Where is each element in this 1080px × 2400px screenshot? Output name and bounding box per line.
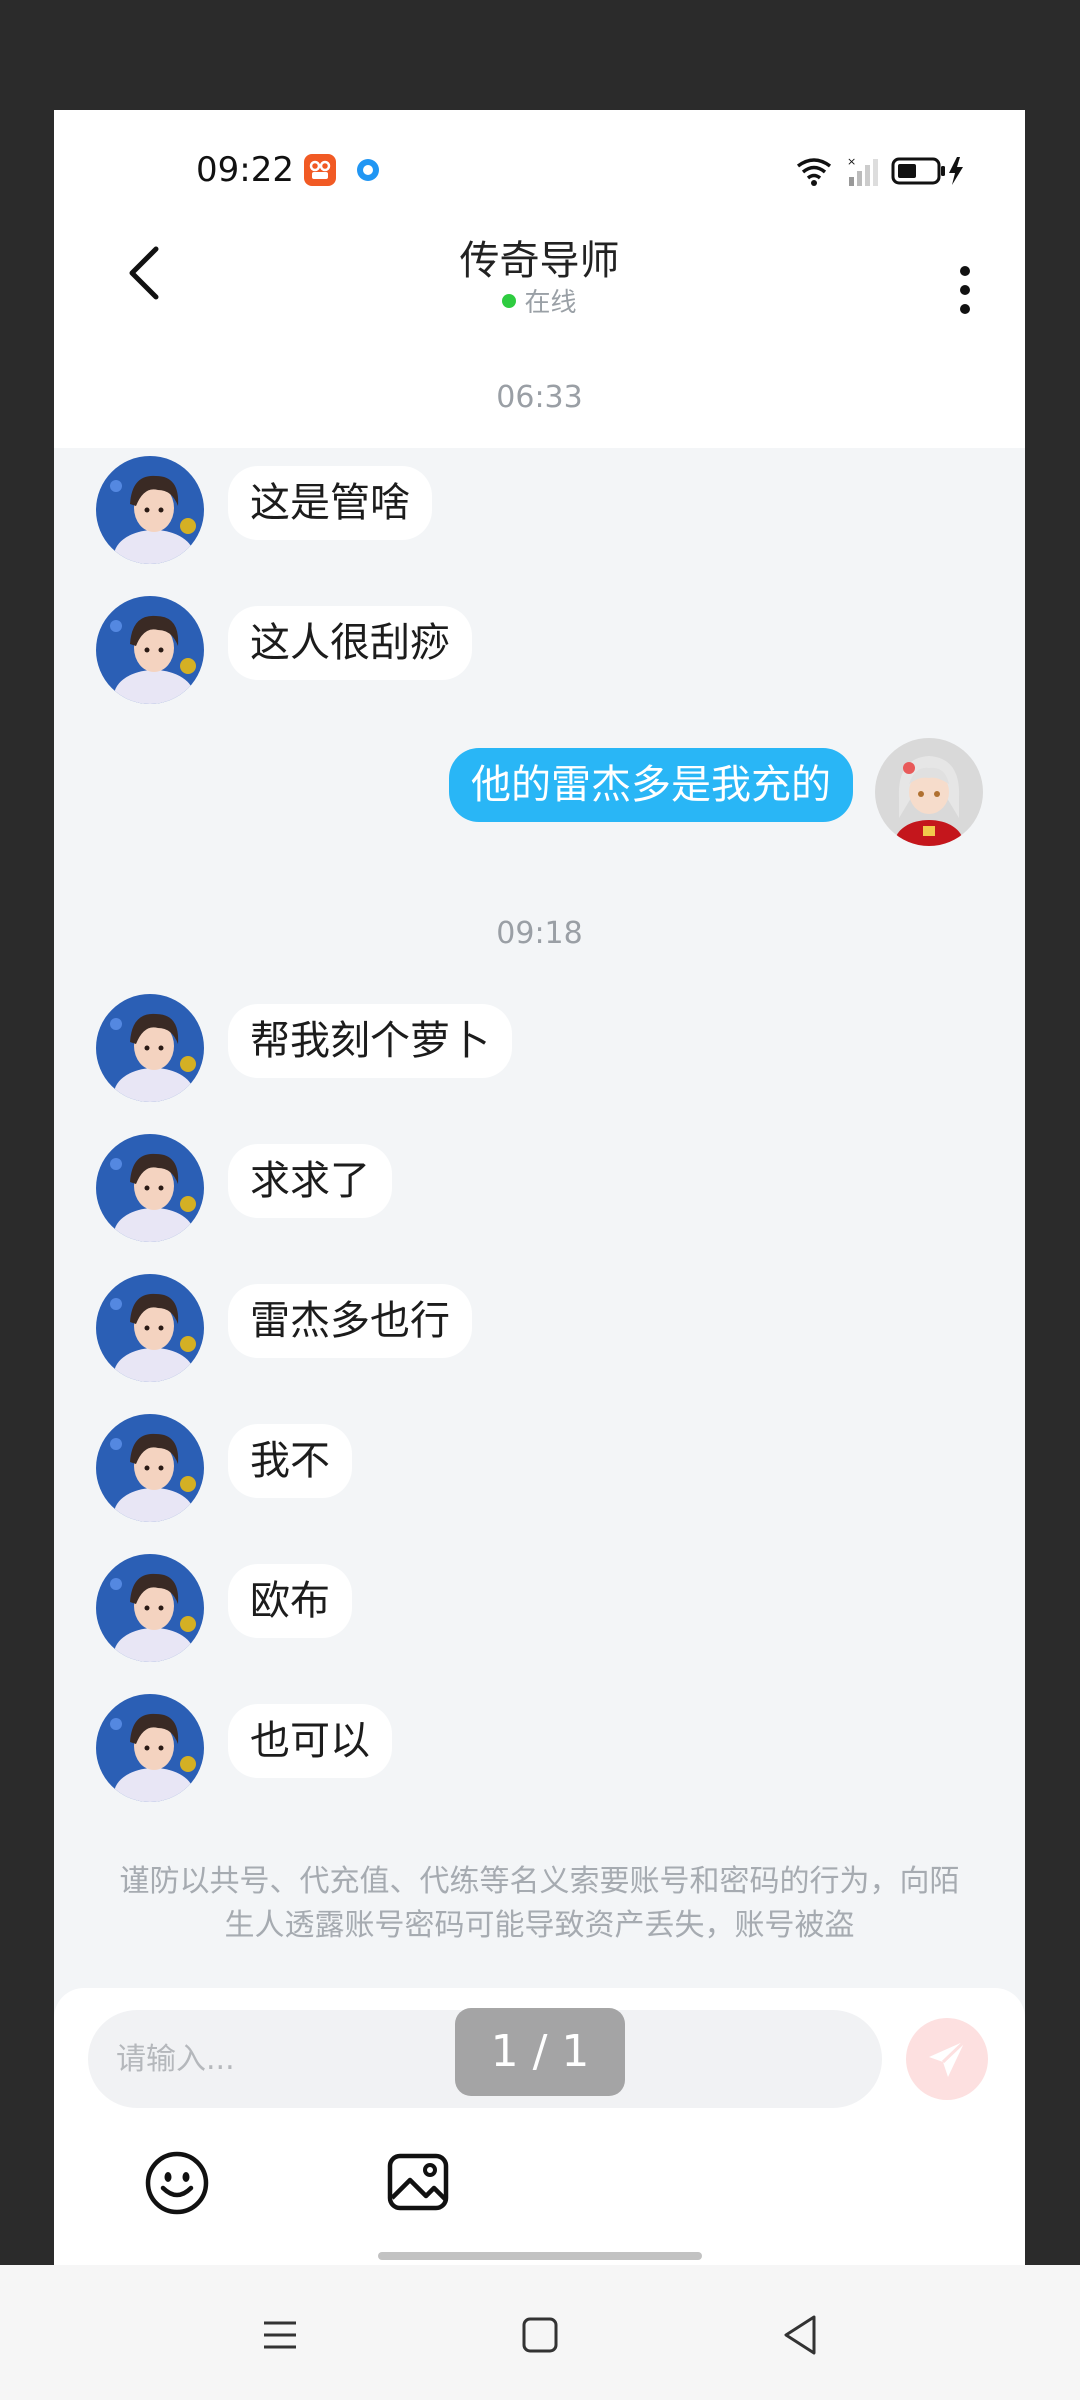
more-button[interactable] [945,250,985,330]
home-nav-button[interactable] [510,2305,570,2365]
triangle-back-icon [784,2315,816,2355]
message-row: 雷杰多也行 [54,1274,1025,1384]
chat-title: 传奇导师 [459,238,620,284]
message-bubble-self[interactable]: 他的雷杰多是我充的 [449,748,853,822]
more-dot [960,304,970,314]
message-row: 求求了 [54,1134,1025,1244]
more-vertical-icon [960,266,970,276]
app-notification-icon [304,154,336,186]
contact-avatar[interactable] [96,596,204,704]
message-bubble[interactable]: 也可以 [228,1704,392,1778]
message-bubble[interactable]: 我不 [228,1424,352,1498]
contact-avatar[interactable] [96,1554,204,1662]
message-row: 这是管啥 [54,456,1025,566]
cellular-signal-icon: × [847,155,878,186]
contact-avatar[interactable] [96,456,204,564]
status-right: × [795,154,967,188]
system-nav-bar [0,2265,1080,2400]
send-button[interactable] [906,2018,988,2100]
message-bubble[interactable]: 这人很刮痧 [228,606,472,680]
contact-avatar[interactable] [96,1134,204,1242]
contact-avatar[interactable] [96,1274,204,1382]
emoji-icon [145,2151,209,2215]
svg-text:×: × [847,155,856,168]
message-bubble[interactable]: 求求了 [228,1144,392,1218]
status-time: 09:22 [196,150,294,190]
wifi-icon [796,158,832,186]
battery-icon [891,157,963,185]
message-row: 他的雷杰多是我充的 [54,738,1025,848]
security-warning: 谨防以共号、代充值、代练等名义索要账号和密码的行为，向陌生人透露账号密码可能导致… [119,1864,960,1943]
image-button[interactable] [386,2150,452,2216]
message-row: 这人很刮痧 [54,596,1025,706]
emoji-button[interactable] [142,2148,212,2218]
message-row: 帮我刻个萝卜 [54,994,1025,1104]
timestamp: 09:18 [496,916,583,951]
menu-nav-button[interactable] [250,2305,310,2365]
message-bubble[interactable]: 这是管啥 [228,466,432,540]
square-icon [522,2317,558,2353]
back-nav-button[interactable] [770,2305,830,2365]
online-status: 在线 [54,282,1025,319]
send-icon [929,2039,967,2077]
message-row: 也可以 [54,1694,1025,1804]
message-row: 欧布 [54,1554,1025,1664]
location-notification-icon [357,159,379,181]
contact-avatar[interactable] [96,1414,204,1522]
message-bubble[interactable]: 帮我刻个萝卜 [228,1004,512,1078]
phone-screen: 09:22 × 传奇导师 在线 06:33 这是管啥 这人很刮痧 他的雷杰多是我… [54,110,1025,2265]
contact-avatar[interactable] [96,1694,204,1802]
home-indicator [378,2252,702,2260]
more-dot [960,285,970,295]
message-bubble[interactable]: 雷杰多也行 [228,1284,472,1358]
message-row: 我不 [54,1414,1025,1524]
page-indicator: 1 / 1 [455,2008,625,2096]
message-bubble[interactable]: 欧布 [228,1564,352,1638]
online-status-label: 在线 [524,288,577,318]
image-icon [387,2153,449,2211]
online-dot [502,293,517,308]
timestamp: 06:33 [496,380,583,415]
menu-icon [264,2321,296,2349]
self-avatar[interactable] [875,738,983,846]
status-bar: 09:22 × [54,110,1025,230]
contact-avatar[interactable] [96,994,204,1102]
